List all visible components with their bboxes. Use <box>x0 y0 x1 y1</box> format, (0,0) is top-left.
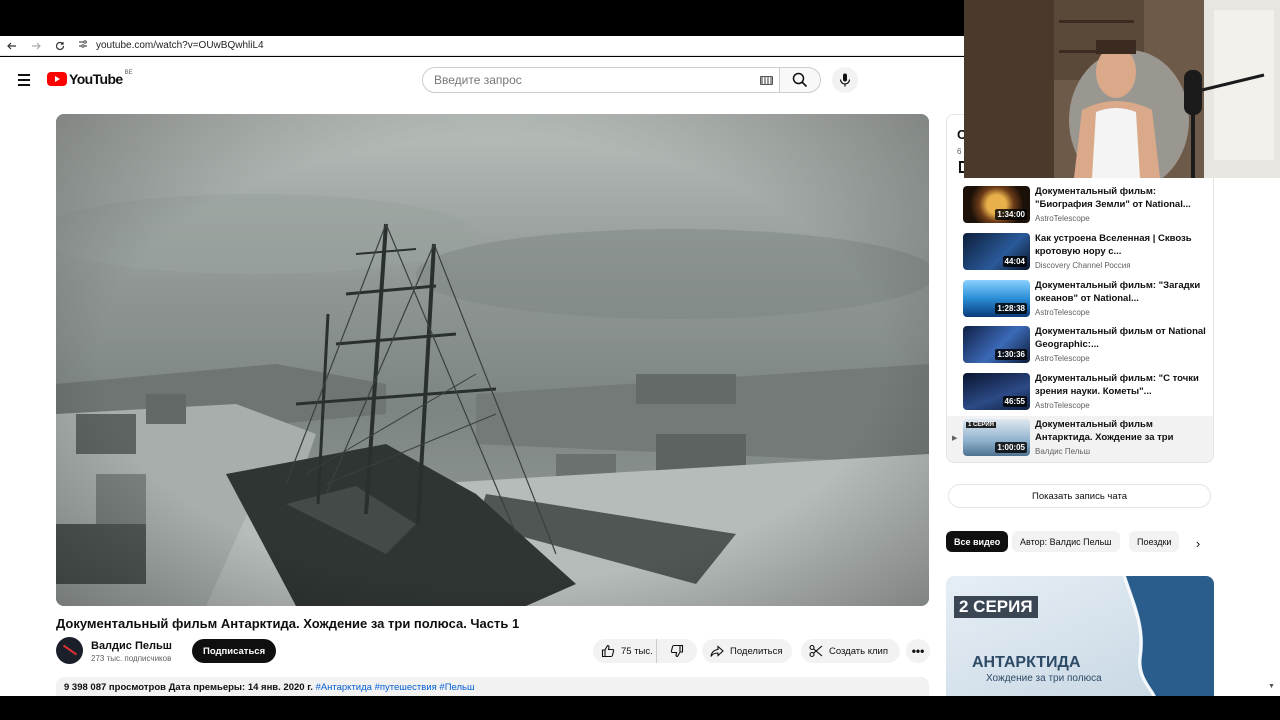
panel-subtitle-partial: 6 <box>957 147 962 156</box>
like-button[interactable]: 75 тыс. <box>593 639 657 663</box>
video-frame-ship-in-harbor <box>56 114 929 606</box>
playlist-thumbnail: 46:55 <box>963 373 1030 410</box>
playlist-item[interactable]: 1:34:00 Документальный фильм: "Биография… <box>947 183 1213 229</box>
youtube-logo[interactable]: YouTube BE <box>47 70 133 87</box>
webcam-person-image <box>964 0 1280 178</box>
video-player[interactable] <box>56 114 929 606</box>
browser-toolbar: youtube.com/watch?v=OUwBQwhliL4 <box>0 36 965 56</box>
thumbnail-title: АНТАРКТИДА <box>972 654 1081 671</box>
playlist-item-title: Документальный фильм: "С точки зрения на… <box>1035 373 1199 397</box>
view-count: 9 398 087 просмотров <box>64 682 166 693</box>
channel-avatar[interactable] <box>56 637 83 664</box>
playlist-item-channel: AstroTelescope <box>1035 354 1090 363</box>
playlist-item-title: Документальный фильм: "Биография Земли" … <box>1035 186 1191 210</box>
playlist-item-channel: AstroTelescope <box>1035 401 1090 410</box>
thumbs-up-icon <box>601 644 615 658</box>
scissors-icon <box>809 644 823 658</box>
share-label: Поделиться <box>730 645 783 657</box>
back-button[interactable] <box>0 36 24 56</box>
forward-button[interactable] <box>24 36 48 56</box>
chip-author[interactable]: Автор: Валдис Пельш <box>1012 531 1120 552</box>
playlist-thumbnail: 44:04 <box>963 233 1030 270</box>
share-icon <box>710 645 724 657</box>
thumbnail-series-badge: 2 СЕРИЯ <box>954 596 1038 618</box>
playlist-item-channel: Валдис Пельш <box>1035 447 1090 456</box>
microphone-icon <box>839 73 851 87</box>
playlist-thumbnail: 1:30:36 <box>963 326 1030 363</box>
like-dislike-group: 75 тыс. <box>593 639 697 663</box>
show-chat-replay-button[interactable]: Показать запись чата <box>948 484 1211 508</box>
playlist-item-title: Как устроена Вселенная | Сквозь кротовую… <box>1035 233 1192 257</box>
duration-badge: 1:28:38 <box>995 303 1027 314</box>
subscribe-button[interactable]: Подписаться <box>192 639 277 663</box>
description-box[interactable]: 9 398 087 просмотров Дата премьеры: 14 я… <box>56 677 929 696</box>
duration-badge: 1:00:05 <box>995 442 1027 453</box>
playlist-item-channel: AstroTelescope <box>1035 214 1090 223</box>
search-icon <box>792 72 808 88</box>
now-playing-icon: ▶ <box>952 435 958 442</box>
thumbnail-badge: 1 СЕРИЯ <box>966 422 996 428</box>
thumbnail-subtitle: Хождение за три полюса <box>986 673 1102 684</box>
clip-label: Создать клип <box>829 645 888 657</box>
playlist-item-channel: AstroTelescope <box>1035 308 1090 317</box>
logo-region: BE <box>124 70 133 76</box>
create-clip-button[interactable]: Создать клип <box>801 639 900 663</box>
duration-badge: 46:55 <box>1002 396 1027 407</box>
channel-row: Валдис Пельш 273 тыс. подписчиков Подпис… <box>56 637 930 667</box>
voice-search-button[interactable] <box>832 67 858 93</box>
playlist-item[interactable]: 1:28:38 Документальный фильм: "Загадки о… <box>947 277 1213 323</box>
chip-all-videos[interactable]: Все видео <box>946 531 1009 552</box>
duration-badge: 44:04 <box>1002 256 1027 267</box>
logo-text: YouTube <box>69 71 123 87</box>
duration-badge: 1:34:00 <box>995 209 1027 220</box>
scrollbar-down-icon[interactable]: ▼ <box>1268 683 1275 690</box>
playlist-item-title: Документальный фильм от National Geograp… <box>1035 326 1206 350</box>
search-input[interactable] <box>434 73 754 87</box>
duration-badge: 1:30:36 <box>995 349 1027 360</box>
like-count: 75 тыс. <box>621 645 653 657</box>
search-button[interactable] <box>779 67 821 93</box>
playlist-item[interactable]: 44:04 Как устроена Вселенная | Сквозь кр… <box>947 230 1213 276</box>
playlist-item[interactable]: 46:55 Документальный фильм: "С точки зре… <box>947 370 1213 416</box>
chevron-right-icon[interactable]: › <box>1190 535 1206 551</box>
playlist-item-title: Документальный фильм Антарктида. Хождени… <box>1035 419 1174 443</box>
playlist-thumbnail: 1 СЕРИЯ 1:00:05 <box>963 419 1030 456</box>
playlist-item-title: Документальный фильм: "Загадки океанов" … <box>1035 280 1201 304</box>
webcam-overlay <box>964 0 1280 178</box>
back-arrow-icon <box>7 42 16 49</box>
dislike-button[interactable] <box>657 639 697 663</box>
channel-name[interactable]: Валдис Пельш <box>91 640 172 652</box>
youtube-play-icon <box>47 72 67 86</box>
forward-arrow-icon <box>32 42 41 49</box>
bottom-black-bar <box>0 696 1280 720</box>
playlist-item-channel: Discovery Channel Россия <box>1035 261 1131 270</box>
reload-button[interactable] <box>48 36 72 56</box>
address-bar[interactable]: youtube.com/watch?v=OUwBQwhliL4 <box>96 40 264 51</box>
hashtags[interactable]: #Антарктида #путешествия #Пельш <box>316 682 475 693</box>
reload-icon <box>55 41 65 50</box>
share-button[interactable]: Поделиться <box>702 639 792 663</box>
video-title: Документальный фильм Антарктида. Хождени… <box>56 616 520 631</box>
search-box <box>422 67 780 93</box>
playlist-thumbnail: 1:34:00 <box>963 186 1030 223</box>
chip-trips[interactable]: Поездки <box>1129 531 1180 552</box>
subscriber-count: 273 тыс. подписчиков <box>91 654 172 663</box>
playlist-item-current[interactable]: ▶ 1 СЕРИЯ 1:00:05 Документальный фильм А… <box>947 416 1213 462</box>
filter-chips: Все видео Автор: Валдис Пельш Поездки <box>946 531 1214 553</box>
keyboard-icon[interactable] <box>760 76 773 85</box>
thumbs-down-icon <box>670 644 684 658</box>
playlist-thumbnail: 1:28:38 <box>963 280 1030 317</box>
site-info-icon[interactable] <box>78 39 94 52</box>
more-actions-button[interactable]: ••• <box>906 639 930 663</box>
hamburger-menu-icon[interactable] <box>14 70 34 90</box>
recommended-video-thumbnail[interactable]: 2 СЕРИЯ АНТАРКТИДА Хождение за три полюс… <box>946 576 1214 696</box>
premiere-date: Дата премьеры: 14 янв. 2020 г. <box>168 682 313 693</box>
playlist-item[interactable]: 1:30:36 Документальный фильм от National… <box>947 323 1213 369</box>
